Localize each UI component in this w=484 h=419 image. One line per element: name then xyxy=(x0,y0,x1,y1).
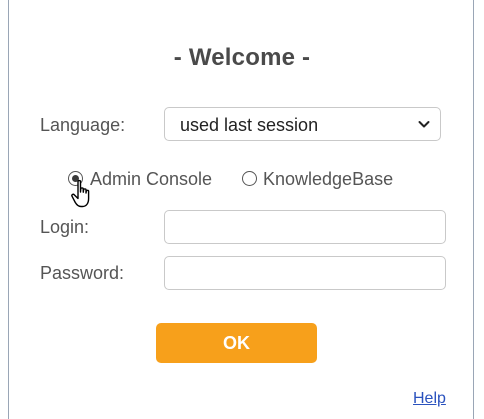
chevron-down-icon xyxy=(418,121,430,128)
language-select-value: used last session xyxy=(180,115,319,135)
password-input[interactable] xyxy=(164,256,446,290)
ok-button[interactable]: OK xyxy=(156,323,317,363)
help-link[interactable]: Help xyxy=(413,390,446,408)
admin-console-label[interactable]: Admin Console xyxy=(90,169,212,190)
login-dialog: - Welcome - Language: used last session … xyxy=(0,0,484,419)
dialog-title: - Welcome - xyxy=(173,44,311,71)
knowledgebase-label[interactable]: KnowledgeBase xyxy=(263,169,393,190)
login-label: Login: xyxy=(40,217,90,237)
language-select[interactable]: used last session xyxy=(164,107,441,141)
login-input[interactable] xyxy=(164,210,446,244)
knowledgebase-radio[interactable] xyxy=(242,171,257,186)
password-label: Password: xyxy=(40,263,125,283)
hand-pointer-icon xyxy=(71,179,90,208)
mode-radio-group: Admin Console KnowledgeBase xyxy=(66,168,426,194)
language-label: Language: xyxy=(40,115,126,135)
